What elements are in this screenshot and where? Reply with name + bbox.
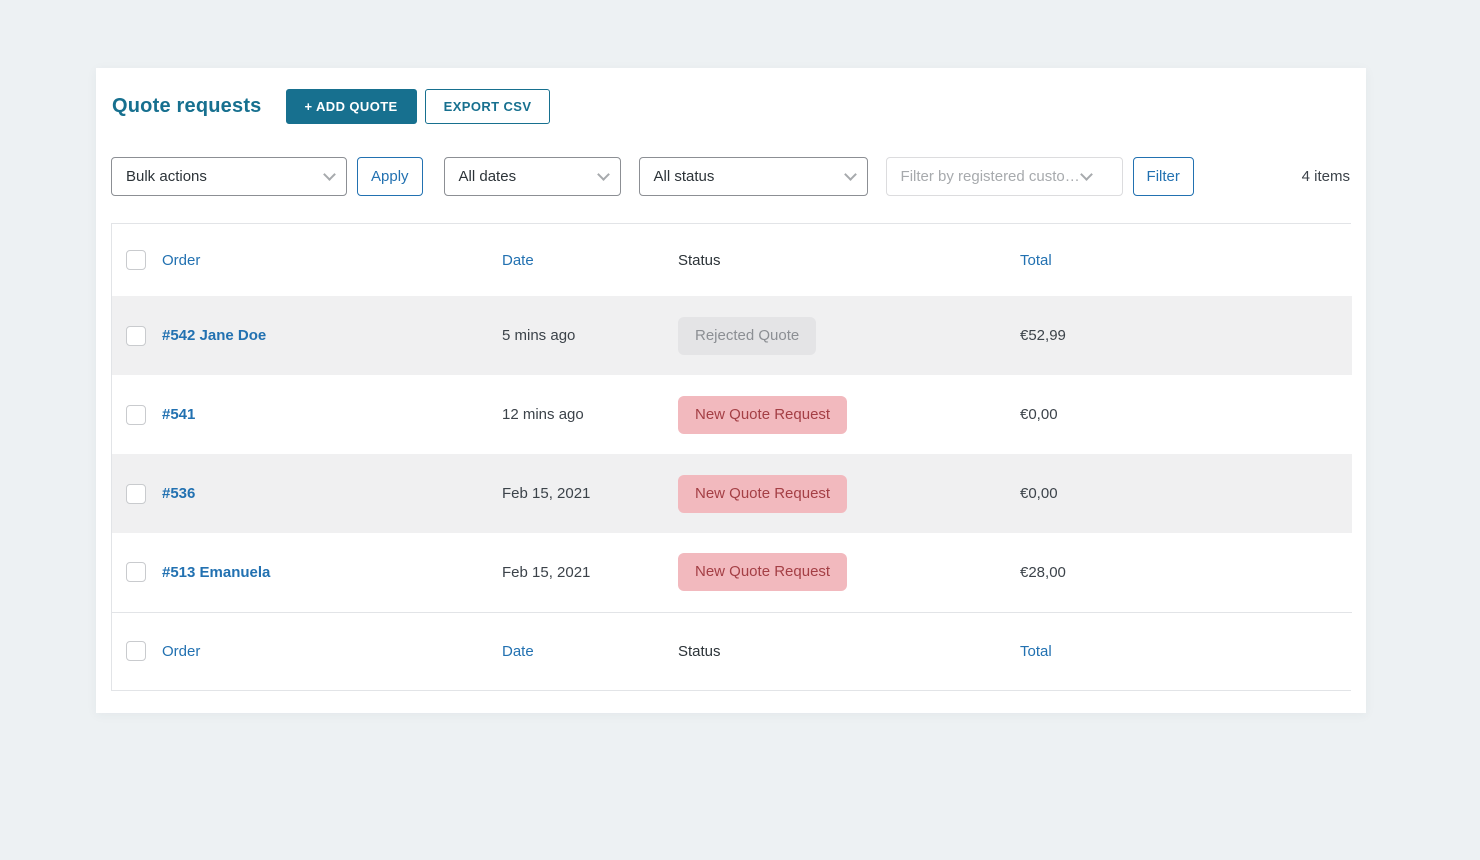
customer-filter-select[interactable]: Filter by registered custo…: [886, 157, 1123, 196]
filter-button[interactable]: Filter: [1133, 157, 1194, 196]
order-date: Feb 15, 2021: [502, 485, 590, 502]
quote-requests-panel: Quote requests + ADD QUOTE EXPORT CSV Bu…: [96, 68, 1366, 713]
order-total: €52,99: [1020, 327, 1066, 344]
status-filter-select[interactable]: All status: [639, 157, 868, 196]
order-date: 12 mins ago: [502, 406, 584, 423]
status-filter-value: All status: [654, 168, 715, 185]
table-footer-row: Order Date Status Total: [112, 612, 1352, 690]
table-row: #513 Emanuela Feb 15, 2021 New Quote Req…: [112, 533, 1352, 612]
customer-filter-placeholder: Filter by registered custo…: [901, 168, 1080, 185]
column-header-date[interactable]: Date: [502, 252, 534, 269]
select-row-checkbox[interactable]: [126, 484, 146, 504]
dates-filter-select[interactable]: All dates: [444, 157, 621, 196]
page-title: Quote requests: [112, 95, 262, 118]
table-row: #536 Feb 15, 2021 New Quote Request €0,0…: [112, 454, 1352, 533]
table-header-row: Order Date Status Total: [112, 224, 1352, 296]
column-footer-total[interactable]: Total: [1020, 643, 1052, 660]
quotes-table: Order Date Status Total #542 Jane Doe 5 …: [112, 224, 1352, 690]
dates-filter-value: All dates: [459, 168, 517, 185]
page-header: Quote requests + ADD QUOTE EXPORT CSV: [96, 68, 1366, 124]
export-csv-button[interactable]: EXPORT CSV: [425, 89, 551, 124]
order-total: €0,00: [1020, 406, 1058, 423]
order-date: Feb 15, 2021: [502, 564, 590, 581]
page-background: { "page": { "title": "Quote requests", "…: [0, 0, 1480, 860]
select-all-checkbox[interactable]: [126, 641, 146, 661]
order-total: €0,00: [1020, 485, 1058, 502]
chevron-down-icon: [323, 168, 336, 181]
select-row-checkbox[interactable]: [126, 405, 146, 425]
chevron-down-icon: [597, 168, 610, 181]
chevron-down-icon: [844, 168, 857, 181]
table-row: #541 12 mins ago New Quote Request €0,00: [112, 375, 1352, 454]
table-footer: Order Date Status Total: [112, 612, 1352, 690]
select-row-checkbox[interactable]: [126, 326, 146, 346]
bulk-actions-select[interactable]: Bulk actions: [111, 157, 347, 196]
order-total: €28,00: [1020, 564, 1066, 581]
order-link[interactable]: #513 Emanuela: [162, 564, 270, 581]
add-quote-button[interactable]: + ADD QUOTE: [286, 89, 417, 124]
status-badge: New Quote Request: [678, 396, 847, 434]
column-header-status: Status: [678, 252, 721, 269]
table-row: #542 Jane Doe 5 mins ago Rejected Quote …: [112, 296, 1352, 375]
order-date: 5 mins ago: [502, 327, 575, 344]
bulk-actions-value: Bulk actions: [126, 168, 207, 185]
order-link[interactable]: #536: [162, 485, 195, 502]
quotes-table-container: Order Date Status Total #542 Jane Doe 5 …: [111, 223, 1351, 691]
column-footer-status: Status: [678, 643, 721, 660]
items-count: 4 items: [1302, 168, 1351, 185]
column-footer-date[interactable]: Date: [502, 643, 534, 660]
order-link[interactable]: #541: [162, 406, 195, 423]
filters-toolbar: Bulk actions Apply All dates All status …: [96, 157, 1366, 196]
column-header-total[interactable]: Total: [1020, 252, 1052, 269]
select-row-checkbox[interactable]: [126, 562, 146, 582]
column-header-order[interactable]: Order: [162, 252, 200, 269]
status-badge: New Quote Request: [678, 475, 847, 513]
select-all-checkbox[interactable]: [126, 250, 146, 270]
order-link[interactable]: #542 Jane Doe: [162, 327, 266, 344]
chevron-down-icon: [1080, 168, 1093, 181]
status-badge: Rejected Quote: [678, 317, 816, 355]
column-footer-order[interactable]: Order: [162, 643, 200, 660]
apply-button[interactable]: Apply: [357, 157, 423, 196]
table-header: Order Date Status Total: [112, 224, 1352, 296]
status-badge: New Quote Request: [678, 553, 847, 591]
